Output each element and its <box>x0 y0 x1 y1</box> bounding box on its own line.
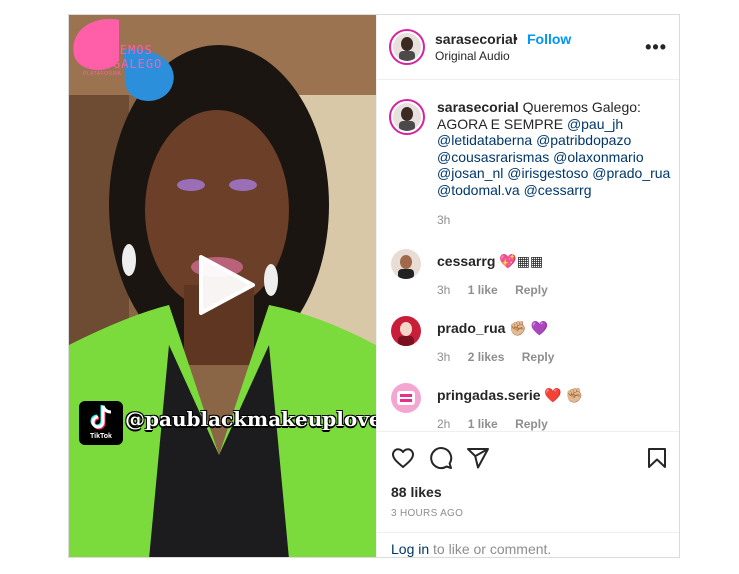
tiktok-icon <box>90 405 112 430</box>
mention-link[interactable]: @prado_rua <box>592 165 670 181</box>
post-time: 3 HOURS AGO <box>391 508 464 519</box>
queremos-galego-logo: QUEREMOS GALEGO PLATAFORMA <box>69 15 179 110</box>
avatar[interactable] <box>391 316 421 346</box>
tiktok-label: TikTok <box>90 433 112 440</box>
mention-link[interactable]: @irisgestoso <box>507 165 588 181</box>
logo-subtext: PLATAFORMA <box>83 71 122 77</box>
mention-link[interactable]: @cessarrg <box>524 182 592 198</box>
bookmark-icon[interactable] <box>645 446 669 470</box>
logo-text-line1: QUEREMOS <box>87 43 153 57</box>
reply-button[interactable]: Reply <box>515 283 548 297</box>
login-prompt: Log in to like or comment. <box>377 532 679 557</box>
comment-item: cessarrg 💖▦▦ 3h 1 like Reply <box>377 249 679 309</box>
avatar[interactable] <box>391 383 421 413</box>
caption-username[interactable]: sarasecorial <box>437 99 519 115</box>
login-text: to like or comment. <box>433 541 552 557</box>
logo-text-line2: GALEGO <box>113 57 163 71</box>
post-sidebar: sarasecorial • Follow Original Audio •••… <box>376 15 679 557</box>
avatar[interactable] <box>389 29 425 65</box>
ellipsis-icon[interactable]: ••• <box>645 37 667 58</box>
comment-text: ✊🏼 💜 <box>509 320 549 336</box>
comment-item: prado_rua ✊🏼 💜 3h 2 likes Reply <box>377 316 679 376</box>
post-header: sarasecorial • Follow Original Audio ••• <box>377 15 679 80</box>
comment-likes[interactable]: 2 likes <box>468 350 505 364</box>
comment-username[interactable]: prado_rua <box>437 320 505 336</box>
avatar[interactable] <box>391 249 421 279</box>
video-player[interactable]: QUEREMOS GALEGO PLATAFORMA TikTok @paubl… <box>69 15 376 557</box>
post-actions: 88 likes 3 HOURS AGO Log in to like or c… <box>377 431 679 557</box>
comment-time: 3h <box>437 350 451 364</box>
share-icon[interactable] <box>466 446 490 470</box>
comment-likes[interactable]: 1 like <box>468 417 498 431</box>
caption-avatar[interactable] <box>389 99 425 135</box>
mention-link[interactable]: @josan_nl <box>437 165 503 181</box>
mention-link[interactable]: @olaxonmario <box>553 149 643 165</box>
tiktok-handle: @paublackmakeuplover <box>125 407 376 431</box>
login-link[interactable]: Log in <box>391 541 429 557</box>
comment-icon[interactable] <box>429 446 453 470</box>
post-caption: sarasecorial Queremos Galego: AGORA E SE… <box>437 99 673 198</box>
mention-link[interactable]: @todomal.va <box>437 182 520 198</box>
comment-text: 💖▦▦ <box>499 253 544 269</box>
mention-link[interactable]: @letidataberna <box>437 132 532 148</box>
separator-dot: • <box>513 30 518 46</box>
follow-button[interactable]: Follow <box>527 31 571 47</box>
comment-username[interactable]: cessarrg <box>437 253 495 269</box>
audio-label[interactable]: Original Audio <box>435 49 510 63</box>
mention-link[interactable]: @pau_jh <box>567 116 623 132</box>
instagram-post: QUEREMOS GALEGO PLATAFORMA TikTok @paubl… <box>68 14 680 558</box>
caption-time: 3h <box>437 213 451 227</box>
mention-link[interactable]: @patribdopazo <box>536 132 631 148</box>
header-username[interactable]: sarasecorial <box>435 31 517 47</box>
reply-button[interactable]: Reply <box>522 350 555 364</box>
tiktok-logo: TikTok <box>79 401 123 445</box>
like-count[interactable]: 88 likes <box>391 484 442 500</box>
heart-icon[interactable] <box>391 446 415 470</box>
comment-username[interactable]: pringadas.serie <box>437 387 541 403</box>
play-icon[interactable] <box>197 255 257 315</box>
comment-text: ❤️ ✊🏼 <box>544 387 584 403</box>
mention-link[interactable]: @cousasrarismas <box>437 149 549 165</box>
comment-likes[interactable]: 1 like <box>468 283 498 297</box>
comment-time: 2h <box>437 417 451 431</box>
reply-button[interactable]: Reply <box>515 417 548 431</box>
comment-time: 3h <box>437 283 451 297</box>
